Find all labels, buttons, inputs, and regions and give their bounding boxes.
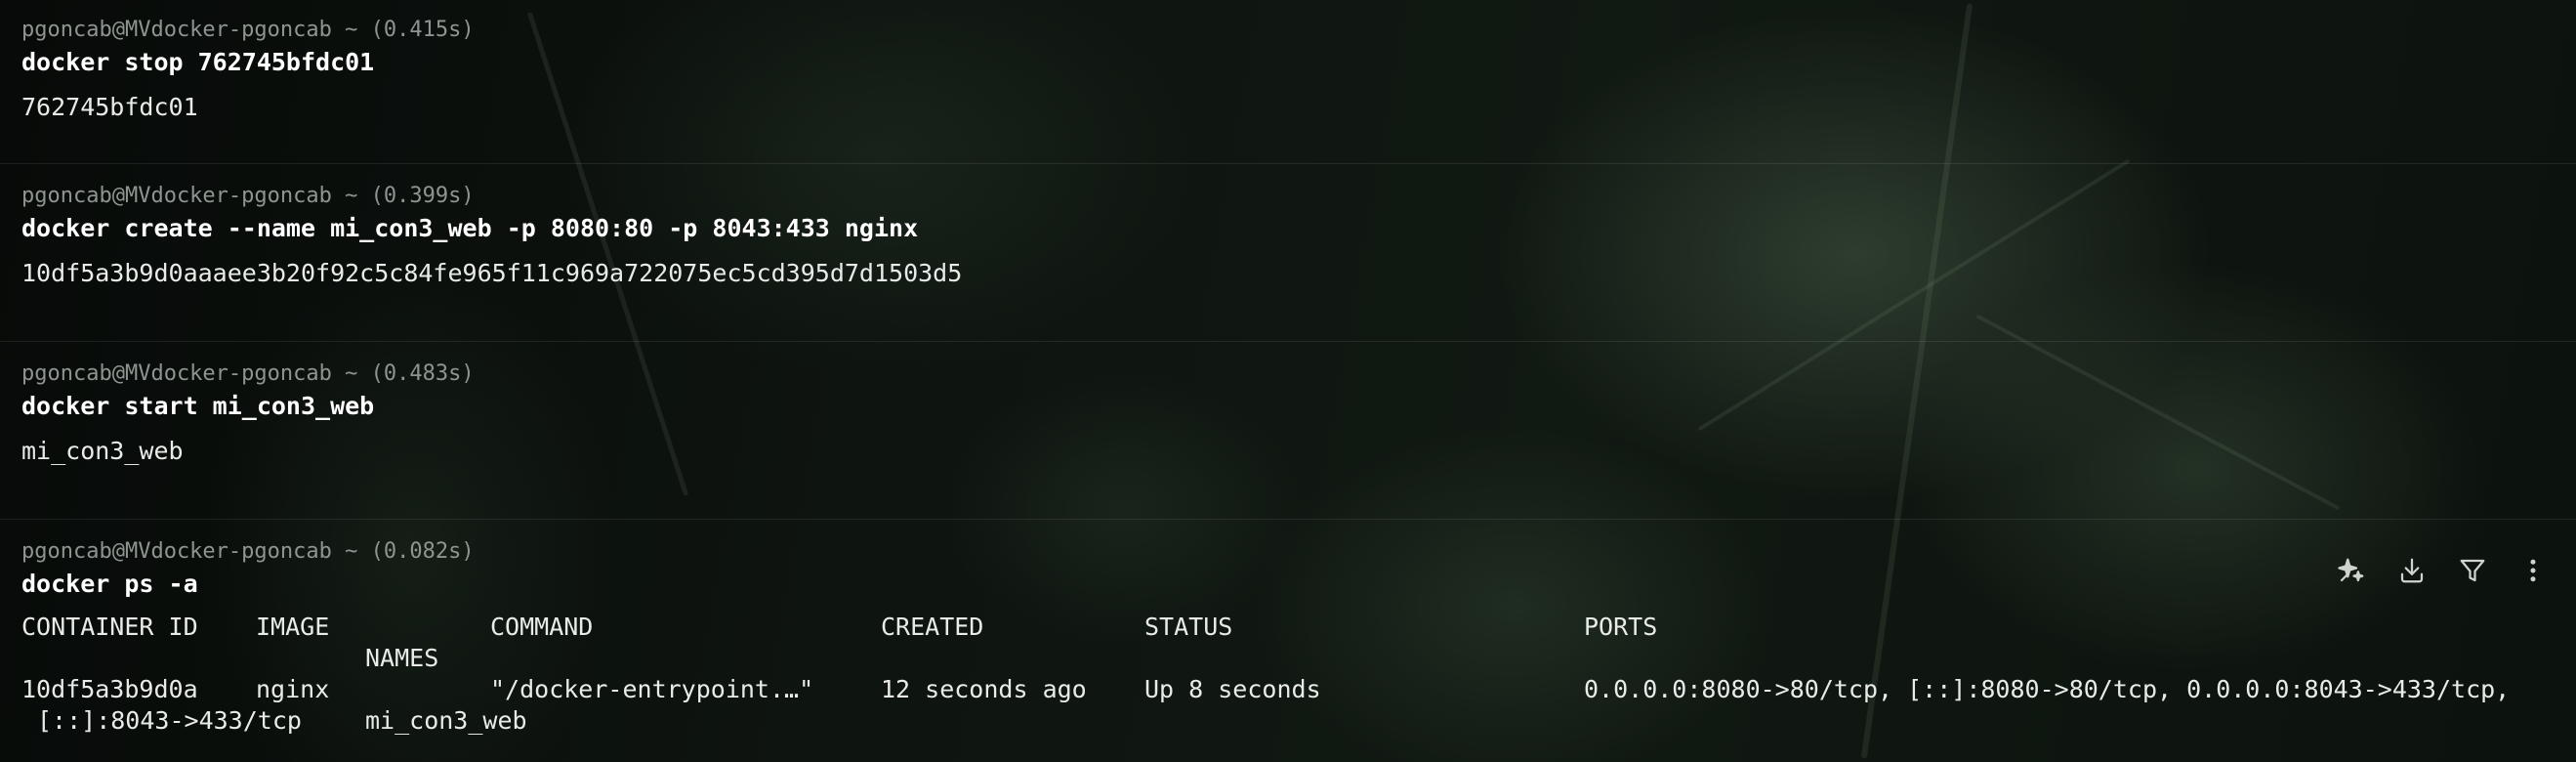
command-block[interactable]: pgoncab@MVdocker-pgoncab ~ (0.399s) dock… [0,164,2576,342]
table-cell-names[interactable]: mi_con3_web [365,705,527,737]
block-toolbar [2330,549,2555,592]
prompt-line: pgoncab@MVdocker-pgoncab ~ (0.483s) [21,361,475,386]
command-output: 762745bfdc01 [21,93,198,121]
command-line: docker stop 762745bfdc01 [21,48,375,76]
column-header: PORTS [1584,613,1658,641]
table-cell-ports-continued: [::]:8043->433/tcp [37,706,302,735]
column-header: CONTAINER ID [21,613,198,641]
command-block[interactable]: pgoncab@MVdocker-pgoncab ~ (0.483s) dock… [0,342,2576,520]
command-output: 10df5a3b9d0aaaee3b20f92c5c84fe965f11c969… [21,259,963,287]
table-cell-command: "/docker-entrypoint.…" [490,675,814,703]
table-cell-image: nginx [256,675,330,703]
prompt-line: pgoncab@MVdocker-pgoncab ~ (0.082s) [21,539,475,564]
table-cell-status: Up 8 seconds [1144,675,1321,703]
table-cell-container-id[interactable]: 10df5a3b9d0a [21,674,198,705]
sparkle-icon[interactable] [2330,549,2373,592]
table-cell-created: 12 seconds ago [881,675,1087,703]
more-vertical-icon[interactable] [2512,549,2555,592]
column-header: COMMAND [490,613,594,641]
column-header: IMAGE [256,613,330,641]
column-header: NAMES [365,644,439,672]
command-line: docker ps -a [21,570,198,598]
prompt-line: pgoncab@MVdocker-pgoncab ~ (0.399s) [21,184,475,208]
terminal-output: pgoncab@MVdocker-pgoncab ~ (0.415s) dock… [0,0,2576,762]
command-block-active[interactable]: pgoncab@MVdocker-pgoncab ~ (0.082s) dock… [0,520,2576,762]
command-line: docker start mi_con3_web [21,392,375,420]
table-cell-ports: 0.0.0.0:8080->80/tcp, [::]:8080->80/tcp,… [1584,675,2511,703]
column-header: STATUS [1144,613,1233,641]
command-block[interactable]: pgoncab@MVdocker-pgoncab ~ (0.415s) dock… [0,0,2576,164]
download-icon[interactable] [2390,549,2433,592]
filter-icon[interactable] [2451,549,2494,592]
column-header: CREATED [881,613,984,641]
command-line: docker create --name mi_con3_web -p 8080… [21,214,919,242]
docker-ps-table: CONTAINER ID IMAGE COMMAND CREATED STATU… [21,612,2555,739]
command-output: mi_con3_web [21,437,184,465]
prompt-line: pgoncab@MVdocker-pgoncab ~ (0.415s) [21,18,475,42]
